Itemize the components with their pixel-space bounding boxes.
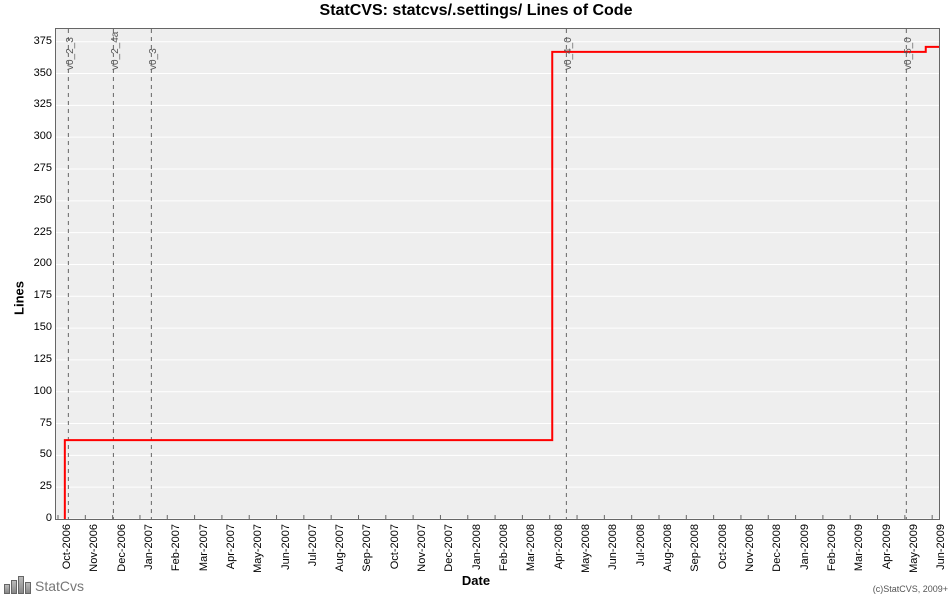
plot-area [55,28,940,520]
x-tick: May-2009 [908,524,920,573]
x-tick: Feb-2008 [498,524,510,571]
footer-brand: StatCvs [4,576,84,594]
y-tick: 300 [7,130,52,142]
x-tick: Nov-2008 [744,524,756,572]
y-tick: 0 [7,512,52,524]
y-tick: 225 [7,226,52,238]
x-tick: Oct-2007 [389,524,401,569]
x-tick: Feb-2007 [170,524,182,571]
x-tick: Aug-2007 [334,524,346,572]
x-tick: Nov-2006 [88,524,100,572]
x-tick: Jun-2007 [280,524,292,570]
x-tick: Feb-2009 [826,524,838,571]
y-tick: 150 [7,321,52,333]
reference-line-label: v0_4_0 [563,37,574,70]
x-axis-label: Date [462,573,490,588]
x-tick: Aug-2008 [662,524,674,572]
x-tick: Jan-2008 [471,524,483,570]
reference-line-label: v0_2_4a [110,32,121,70]
x-tick: Mar-2007 [198,524,210,571]
chart-title: StatCVS: statcvs/.settings/ Lines of Cod… [0,2,952,20]
footer-copyright: (c)StatCVS, 2009+ [873,584,948,594]
x-tick: Mar-2009 [853,524,865,571]
y-tick: 75 [7,417,52,429]
x-tick: May-2008 [580,524,592,573]
x-tick: Sep-2008 [689,524,701,572]
x-tick: Jul-2007 [307,524,319,566]
x-tick: Jan-2007 [143,524,155,570]
y-tick: 175 [7,289,52,301]
x-tick: Dec-2008 [771,524,783,572]
reference-line-label: v0_2_3 [65,37,76,70]
x-tick: Apr-2007 [225,524,237,569]
x-tick: Apr-2008 [553,524,565,569]
y-tick: 100 [7,385,52,397]
x-tick: Oct-2008 [717,524,729,569]
x-tick: Mar-2008 [525,524,537,571]
x-tick: Apr-2009 [881,524,893,569]
x-tick: Oct-2006 [61,524,73,569]
x-tick: Dec-2006 [116,524,128,572]
y-tick: 275 [7,162,52,174]
y-tick: 250 [7,194,52,206]
x-tick: Jun-2009 [935,524,947,570]
y-tick: 50 [7,448,52,460]
x-tick: Jul-2008 [635,524,647,566]
y-tick: 125 [7,353,52,365]
x-tick: Jun-2008 [607,524,619,570]
y-tick: 325 [7,98,52,110]
x-tick: Jan-2009 [799,524,811,570]
x-tick: Dec-2007 [443,524,455,572]
reference-line-label: v0_3 [148,48,159,70]
y-tick: 350 [7,67,52,79]
x-tick: Sep-2007 [361,524,373,572]
y-tick: 200 [7,257,52,269]
x-tick: May-2007 [252,524,264,573]
y-tick: 375 [7,35,52,47]
brand-text: StatCvs [35,578,84,594]
y-tick: 25 [7,480,52,492]
reference-line-label: v0_5_0 [903,37,914,70]
logo-icon [4,576,31,594]
x-tick: Nov-2007 [416,524,428,572]
